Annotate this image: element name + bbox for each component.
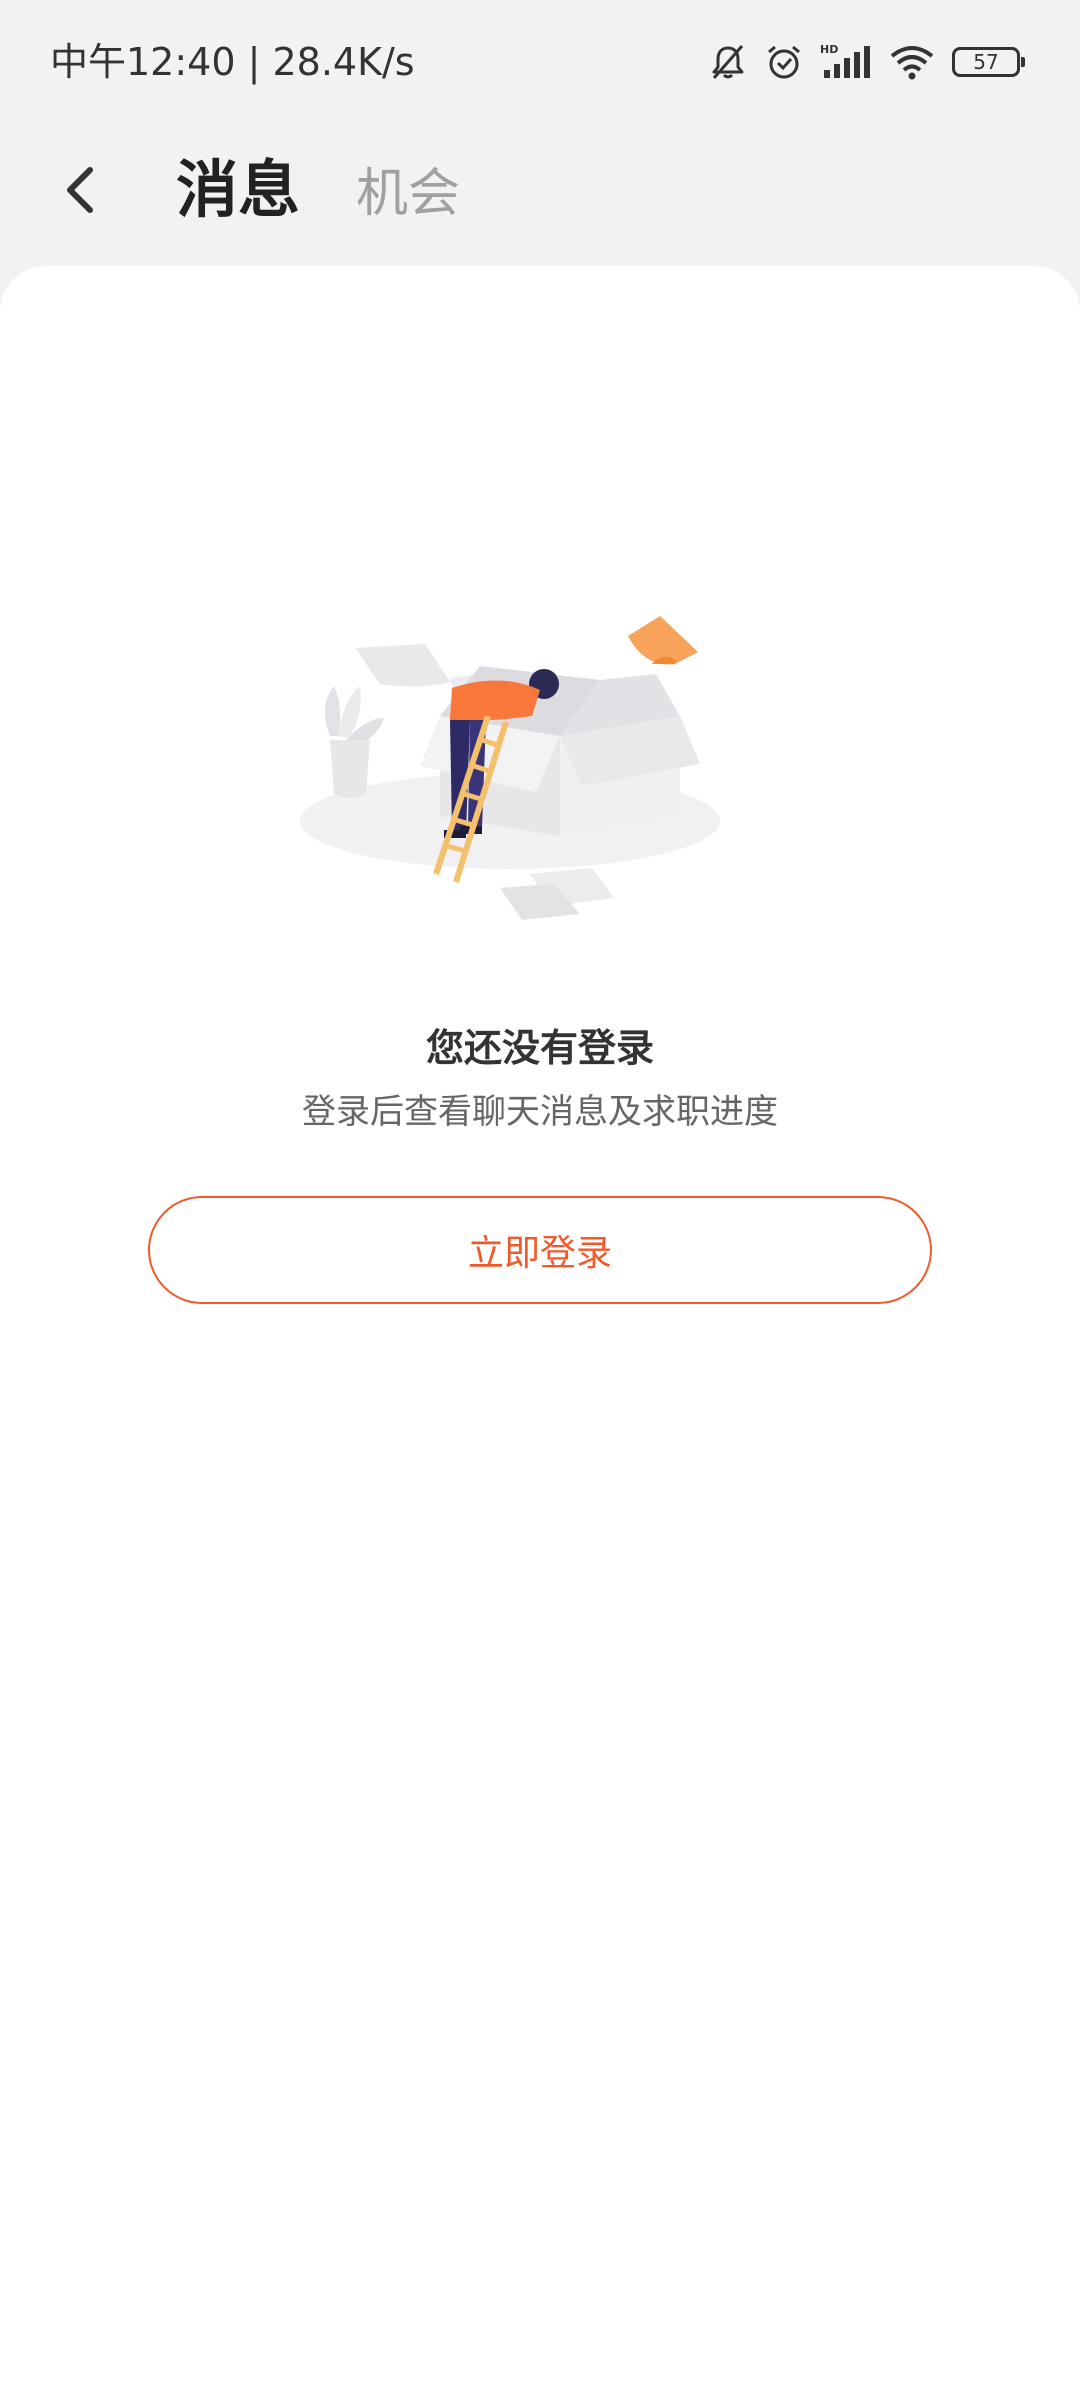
content-card: 您还没有登录 登录后查看聊天消息及求职进度 立即登录 bbox=[0, 266, 1080, 2400]
header: 消息 机会 bbox=[0, 120, 1080, 260]
status-time: 中午12:40 | 28.4K/s bbox=[50, 40, 415, 84]
chevron-left-icon bbox=[67, 167, 93, 213]
hd-signal-icon: HD bbox=[820, 42, 872, 82]
tab-opportunities[interactable]: 机会 bbox=[356, 156, 460, 232]
svg-text:HD: HD bbox=[820, 43, 838, 56]
empty-state-subtitle: 登录后查看聊天消息及求职进度 bbox=[302, 1092, 778, 1132]
tab-messages[interactable]: 消息 bbox=[176, 150, 300, 230]
app-screen: 中午12:40 | 28.4K/s HD 57 消息 机会 您还没有登录 登录后… bbox=[0, 0, 1080, 2400]
login-button[interactable]: 立即登录 bbox=[148, 1196, 932, 1304]
battery-icon: 57 bbox=[952, 47, 1025, 77]
back-button[interactable] bbox=[40, 150, 120, 230]
wifi-icon bbox=[888, 42, 936, 82]
empty-box-illustration bbox=[300, 616, 720, 920]
empty-state-title: 您还没有登录 bbox=[425, 1026, 654, 1070]
status-bar: 中午12:40 | 28.4K/s HD 57 bbox=[0, 0, 1080, 120]
alarm-icon bbox=[764, 42, 804, 82]
bell-off-icon bbox=[708, 42, 748, 82]
status-icons: HD 57 bbox=[708, 34, 1025, 90]
